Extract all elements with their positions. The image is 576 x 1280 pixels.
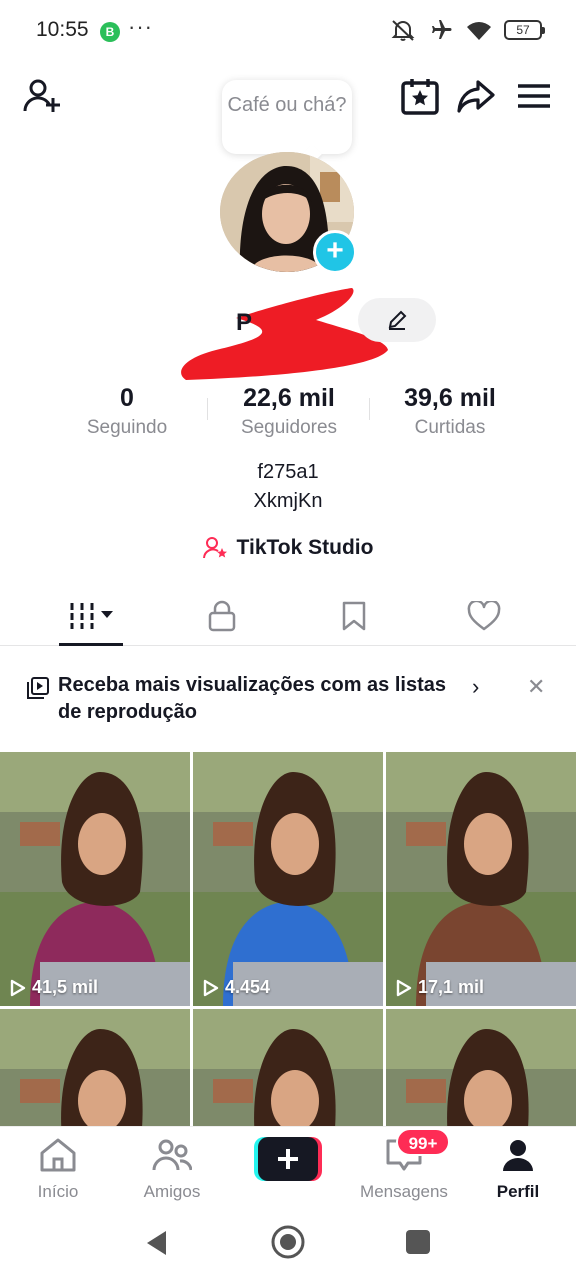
content-tabs: [0, 590, 576, 646]
notification-app-icon: B: [100, 22, 120, 42]
video-views: 17,1 mil: [396, 977, 484, 998]
video-thumbnail[interactable]: [193, 1009, 383, 1128]
bio-line: f275a1: [257, 461, 319, 483]
likes-stat[interactable]: 39,6 mil Curtidas: [372, 384, 528, 439]
followers-label: Seguidores: [240, 417, 338, 438]
tab-liked[interactable]: [452, 596, 516, 636]
heart-icon: [467, 601, 501, 631]
nav-friends[interactable]: Amigos: [122, 1137, 222, 1202]
tab-videos[interactable]: [60, 596, 124, 636]
tab-saved[interactable]: [322, 596, 386, 636]
nav-profile-label: Perfil: [496, 1182, 540, 1201]
video-thumbnail[interactable]: 17,1 mil: [386, 752, 576, 1006]
airplane-mode-icon: [432, 20, 452, 39]
status-icons: 57: [390, 18, 545, 42]
status-time: 10:55: [36, 18, 89, 41]
mute-icon: [391, 20, 415, 41]
view-count: 4.454: [225, 977, 271, 997]
share-icon[interactable]: [456, 76, 496, 116]
videos-grid-icon: [70, 603, 113, 629]
nav-home-label: Início: [37, 1182, 79, 1201]
nav-friends-label: Amigos: [143, 1182, 201, 1201]
more-notifications-icon: ···: [128, 14, 153, 39]
edit-profile-button[interactable]: [358, 298, 436, 342]
inbox-badge: 99+: [396, 1128, 450, 1156]
add-story-button[interactable]: +: [313, 230, 357, 274]
video-grid: 41,5 mil 4.454 17,1 mil: [0, 752, 576, 1128]
svg-text:P: P: [236, 309, 252, 336]
following-label: Seguindo: [86, 417, 168, 438]
profile-bio: f275a1 XkmjKn: [0, 458, 576, 516]
friends-icon: [152, 1139, 193, 1171]
tab-private[interactable]: [190, 596, 254, 636]
calendar-star-icon[interactable]: [400, 76, 440, 116]
recents-icon[interactable]: [404, 1228, 432, 1256]
banner-text: Receba mais visualizações com as listas …: [58, 674, 446, 723]
creator-star-icon: [202, 537, 227, 559]
bookmark-icon: [342, 601, 366, 631]
video-thumbnail[interactable]: [386, 1009, 576, 1128]
nav-home[interactable]: Início: [8, 1137, 108, 1202]
add-friend-icon[interactable]: [22, 76, 62, 116]
lock-icon: [208, 600, 236, 632]
status-bar: 10:55 B ··· 57: [0, 0, 576, 62]
video-thumbnail[interactable]: 4.454: [193, 752, 383, 1006]
likes-count: 39,6 mil: [404, 384, 496, 412]
followers-stat[interactable]: 22,6 mil Seguidores: [210, 384, 368, 439]
studio-label: TikTok Studio: [236, 536, 374, 559]
video-thumbnail[interactable]: [0, 1009, 190, 1128]
profile-icon: [503, 1140, 533, 1171]
view-count: 17,1 mil: [418, 977, 485, 997]
stat-divider: [369, 398, 370, 420]
view-count: 41,5 mil: [32, 977, 99, 997]
pencil-icon: [388, 310, 407, 330]
active-tab-indicator: [59, 643, 123, 646]
close-icon[interactable]: ✕: [527, 674, 545, 700]
wifi-icon: [467, 22, 491, 40]
play-icon: [10, 979, 26, 996]
likes-label: Curtidas: [414, 417, 486, 438]
video-thumbnail[interactable]: 41,5 mil: [0, 752, 190, 1006]
followers-count: 22,6 mil: [243, 384, 335, 412]
play-icon: [203, 979, 219, 996]
menu-icon[interactable]: [514, 76, 554, 116]
bio-line: XkmjKn: [253, 490, 323, 512]
nav-inbox-label: Mensagens: [360, 1182, 448, 1201]
play-icon: [396, 979, 412, 996]
home-icon: [40, 1138, 76, 1172]
tiktok-studio-link[interactable]: TikTok Studio: [0, 536, 576, 560]
bottom-navigation: Início Amigos Mensagens Perfil: [0, 1126, 576, 1208]
home-circle-icon[interactable]: [270, 1224, 306, 1260]
playlist-icon: [27, 677, 49, 699]
note-bubble[interactable]: Café ou chá?: [222, 80, 352, 154]
following-count: 0: [120, 384, 134, 412]
system-navigation: [0, 1208, 576, 1280]
chevron-right-icon[interactable]: ›: [472, 674, 479, 700]
create-button[interactable]: [254, 1137, 322, 1181]
stat-divider: [207, 398, 208, 420]
video-views: 41,5 mil: [10, 977, 98, 998]
profile-stats: 0 Seguindo 22,6 mil Seguidores 39,6 mil …: [0, 384, 576, 444]
battery-indicator: 57: [504, 20, 545, 40]
nav-profile[interactable]: Perfil: [468, 1137, 568, 1202]
following-stat[interactable]: 0 Seguindo: [57, 384, 197, 439]
back-icon[interactable]: [144, 1228, 170, 1258]
video-views: 4.454: [203, 977, 270, 998]
playlist-banner[interactable]: Receba mais visualizações com as listas …: [0, 662, 576, 740]
